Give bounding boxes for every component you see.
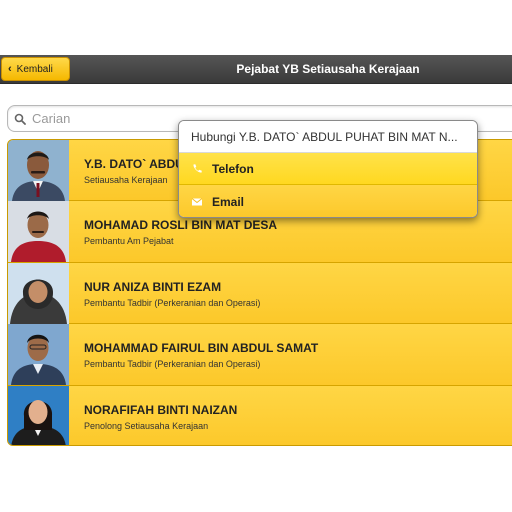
page-title: Pejabat YB Setiausaha Kerajaan (236, 62, 420, 76)
staff-role: Setiausaha Kerajaan (84, 175, 168, 185)
popup-title: Hubungi Y.B. DATO` ABDUL PUHAT BIN MAT N… (179, 121, 477, 153)
staff-name: NORAFIFAH BINTI NAIZAN (84, 402, 238, 417)
staff-role: Pembantu Am Pejabat (84, 236, 174, 247)
back-button-label: Kembali (16, 63, 53, 75)
avatar (8, 140, 69, 201)
staff-role: Penolong Setiausaha Kerajaan (84, 420, 209, 431)
staff-name: MOHAMAD ROSLI BIN MAT DESA (84, 218, 278, 233)
email-option[interactable]: Email (179, 185, 477, 217)
list-item[interactable]: MOHAMMAD FAIRUL BIN ABDUL SAMAT Pembantu… (8, 324, 512, 386)
search-icon (14, 113, 26, 125)
avatar (8, 324, 69, 386)
phone-option[interactable]: Telefon (179, 153, 477, 185)
mail-icon (191, 197, 203, 205)
staff-name: MOHAMMAD FAIRUL BIN ABDUL SAMAT (84, 341, 319, 356)
avatar (8, 201, 69, 263)
avatar (8, 385, 69, 445)
phone-icon (193, 163, 202, 173)
staff-name: NUR ANIZA BINTI EZAM (84, 279, 222, 294)
list-item[interactable]: NUR ANIZA BINTI EZAM Pembantu Tadbir (Pe… (8, 262, 512, 325)
chevron-left-icon: ‹ (8, 63, 12, 75)
staff-role: Pembantu Tadbir (Perkeranian dan Operasi… (84, 359, 261, 370)
staff-role: Pembantu Tadbir (Perkeranian dan Operasi… (84, 297, 261, 308)
phone-option-label: Telefon (212, 161, 254, 176)
contact-popup: Hubungi Y.B. DATO` ABDUL PUHAT BIN MAT N… (178, 120, 478, 218)
email-option-label: Email (212, 194, 245, 209)
list-item[interactable]: NORAFIFAH BINTI NAIZAN Penolong Setiausa… (8, 385, 512, 445)
top-bar: ‹ Kembali Pejabat YB Setiausaha Kerajaan (0, 55, 512, 84)
back-button[interactable]: ‹ Kembali (1, 57, 70, 81)
avatar (8, 262, 69, 324)
